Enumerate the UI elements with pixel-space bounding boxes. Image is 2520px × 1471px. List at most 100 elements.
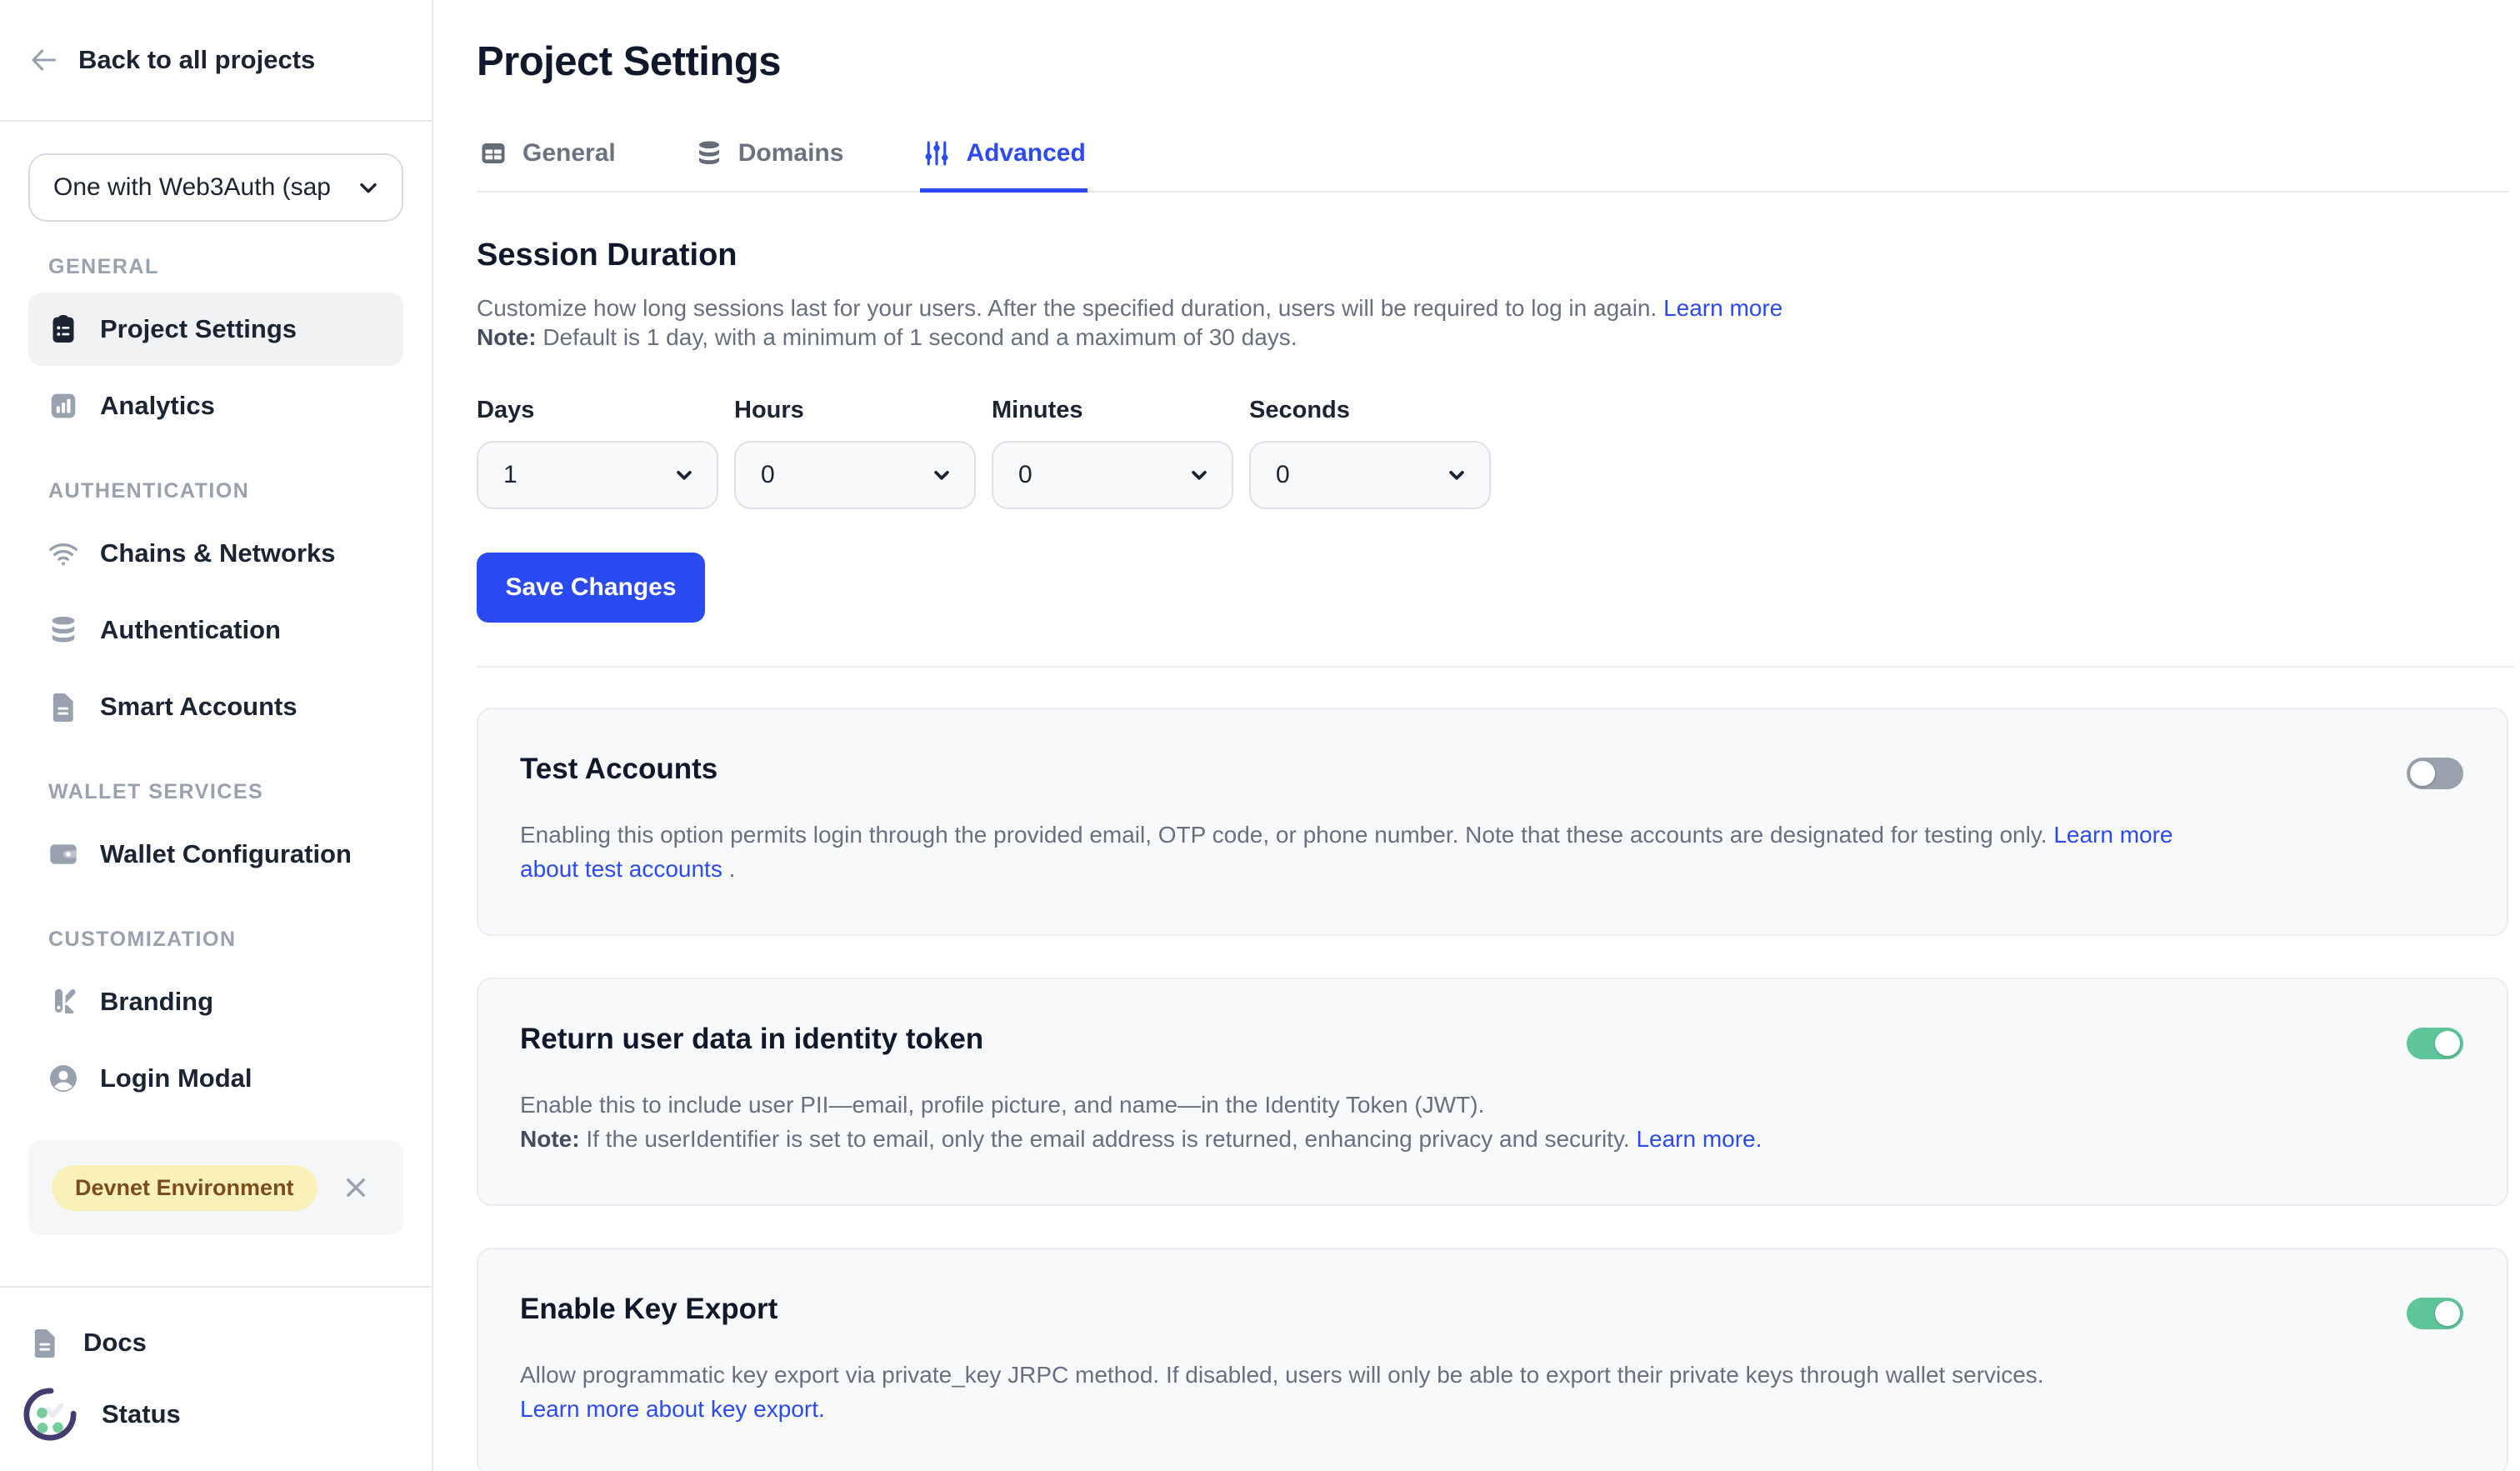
- toggle-knob: [2435, 1301, 2460, 1326]
- table-cells-icon: [478, 138, 508, 168]
- tab-label: General: [522, 139, 616, 168]
- document-icon: [47, 690, 80, 723]
- paint-brush-icon: [47, 985, 80, 1018]
- project-selector-dropdown[interactable]: One with Web3Auth (sap: [28, 153, 403, 222]
- sidebar-item-label: Wallet Configuration: [100, 839, 352, 869]
- sidebar-footer: Docs Status: [0, 1286, 432, 1471]
- sidebar-item-authentication[interactable]: Authentication: [28, 593, 403, 667]
- back-arrow-icon: [28, 44, 60, 76]
- back-label: Back to all projects: [78, 45, 315, 75]
- days-value: 1: [503, 461, 518, 489]
- sidebar-item-login-modal[interactable]: Login Modal: [28, 1042, 403, 1115]
- days-select[interactable]: 1: [477, 441, 718, 509]
- sidebar-item-label: Smart Accounts: [100, 692, 298, 722]
- sidebar-item-docs[interactable]: Docs: [28, 1313, 403, 1373]
- chevron-down-icon: [355, 174, 382, 201]
- card-body: Enable this to include user PII—email, p…: [520, 1088, 2465, 1156]
- tab-bar: General Domains Advanced: [477, 133, 2508, 193]
- tab-label: Domains: [738, 139, 844, 168]
- seconds-field: Seconds 0: [1249, 397, 1491, 509]
- main-content: Project Settings General Domains Advance…: [433, 0, 2520, 1471]
- user-circle-icon: [47, 1062, 80, 1095]
- minutes-field: Minutes 0: [992, 397, 1233, 509]
- card-title: Test Accounts: [520, 753, 2465, 786]
- hours-field: Hours 0: [734, 397, 976, 509]
- tab-advanced[interactable]: Advanced: [920, 133, 1087, 193]
- note-prefix: Note:: [477, 324, 537, 350]
- identity-token-card: Return user data in identity token Enabl…: [477, 978, 2508, 1206]
- document-icon: [28, 1326, 62, 1359]
- section-label-general: GENERAL: [48, 255, 403, 279]
- identity-token-toggle[interactable]: [2407, 1028, 2463, 1059]
- chevron-down-icon: [672, 463, 697, 488]
- days-field: Days 1: [477, 397, 718, 509]
- database-icon: [694, 138, 724, 168]
- card-body-line1: Enable this to include user PII—email, p…: [520, 1088, 2465, 1122]
- footer-docs-label: Docs: [83, 1328, 147, 1358]
- toggle-knob: [2410, 761, 2435, 786]
- hours-select[interactable]: 0: [734, 441, 976, 509]
- days-label: Days: [477, 397, 718, 424]
- status-cookie-icon: [20, 1384, 80, 1444]
- wallet-icon: [47, 838, 80, 871]
- sidebar-item-label: Login Modal: [100, 1063, 252, 1093]
- sidebar-item-label: Branding: [100, 987, 213, 1017]
- sidebar-item-label: Chains & Networks: [100, 538, 336, 568]
- note-prefix: Note:: [520, 1126, 580, 1152]
- key-export-toggle[interactable]: [2407, 1298, 2463, 1329]
- toggle-knob: [2435, 1031, 2460, 1056]
- key-export-card: Enable Key Export Allow programmatic key…: [477, 1248, 2508, 1471]
- sidebar-item-wallet-configuration[interactable]: Wallet Configuration: [28, 818, 403, 891]
- minutes-value: 0: [1018, 461, 1032, 489]
- chevron-down-icon: [1187, 463, 1212, 488]
- sidebar-item-label: Analytics: [100, 391, 215, 421]
- card-title: Enable Key Export: [520, 1293, 2465, 1326]
- card-body-line2: If the userIdentifier is set to email, o…: [580, 1126, 1637, 1152]
- minutes-select[interactable]: 0: [992, 441, 1233, 509]
- description-text: Customize how long sessions last for you…: [477, 295, 1663, 321]
- card-body-line1: Allow programmatic key export via privat…: [520, 1358, 2465, 1392]
- environment-banner: Devnet Environment: [28, 1140, 403, 1235]
- sidebar-item-project-settings[interactable]: Project Settings: [28, 293, 403, 366]
- note-text: Default is 1 day, with a minimum of 1 se…: [537, 324, 1298, 350]
- card-title: Return user data in identity token: [520, 1023, 2465, 1056]
- section-label-wallet-services: WALLET SERVICES: [48, 780, 403, 804]
- app-window: Back to all projects One with Web3Auth (…: [0, 0, 2520, 1471]
- test-accounts-card: Test Accounts Enabling this option permi…: [477, 708, 2508, 936]
- hours-label: Hours: [734, 397, 976, 424]
- chevron-down-icon: [929, 463, 954, 488]
- learn-more-identity-link[interactable]: Learn more.: [1636, 1126, 1762, 1152]
- sidebar-body: One with Web3Auth (sap GENERAL Project S…: [0, 122, 432, 1286]
- session-duration-title: Session Duration: [477, 238, 2508, 273]
- close-icon[interactable]: [342, 1173, 370, 1202]
- back-to-projects-link[interactable]: Back to all projects: [0, 0, 432, 122]
- clipboard-list-icon: [47, 313, 80, 346]
- learn-more-key-export-link[interactable]: Learn more about key export.: [520, 1396, 825, 1422]
- sidebar-item-label: Authentication: [100, 615, 281, 645]
- sidebar-item-status[interactable]: Status: [28, 1384, 403, 1444]
- seconds-value: 0: [1276, 461, 1290, 489]
- seconds-label: Seconds: [1249, 397, 1491, 424]
- hours-value: 0: [761, 461, 775, 489]
- page-title: Project Settings: [477, 38, 2508, 85]
- tab-domains[interactable]: Domains: [692, 133, 846, 193]
- card-body: Enabling this option permits login throu…: [520, 818, 2203, 886]
- sidebar-item-smart-accounts[interactable]: Smart Accounts: [28, 670, 403, 743]
- tab-general[interactable]: General: [477, 133, 618, 193]
- seconds-select[interactable]: 0: [1249, 441, 1491, 509]
- card-body: Allow programmatic key export via privat…: [520, 1358, 2465, 1426]
- chevron-down-icon: [1444, 463, 1469, 488]
- database-icon: [47, 613, 80, 647]
- footer-status-label: Status: [102, 1399, 181, 1429]
- learn-more-link[interactable]: Learn more: [1663, 295, 1782, 321]
- sidebar-item-label: Project Settings: [100, 314, 297, 344]
- project-selector-value: One with Web3Auth (sap: [53, 173, 331, 202]
- test-accounts-toggle[interactable]: [2407, 758, 2463, 789]
- sidebar-item-branding[interactable]: Branding: [28, 965, 403, 1038]
- minutes-label: Minutes: [992, 397, 1233, 424]
- save-changes-button[interactable]: Save Changes: [477, 553, 705, 623]
- environment-badge: Devnet Environment: [52, 1165, 318, 1211]
- sidebar-item-chains-networks[interactable]: Chains & Networks: [28, 517, 403, 590]
- sidebar-item-analytics[interactable]: Analytics: [28, 369, 403, 443]
- tab-label: Advanced: [966, 139, 1085, 168]
